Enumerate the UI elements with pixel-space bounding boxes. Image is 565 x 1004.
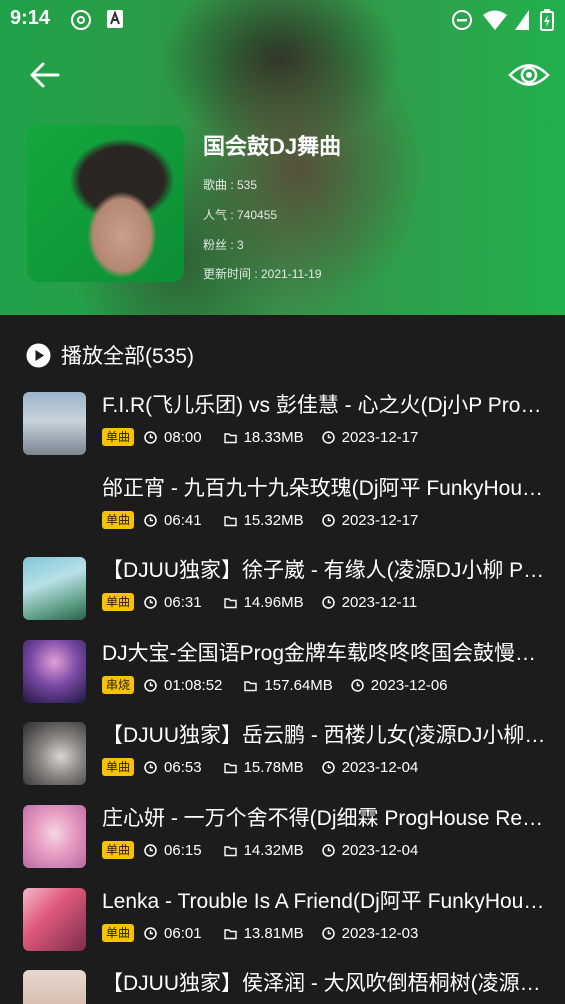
folder-icon [223,432,237,443]
folder-icon [244,680,258,691]
song-title: 庄心妍 - 一万个舍不得(Dj细霖 ProgHouse Remix) [102,807,550,830]
history-icon [321,760,335,774]
song-tag: 单曲 [102,758,135,776]
song-meta: 单曲 06:31 14.96MB 2023-12-11 [102,592,417,612]
history-icon [321,430,335,444]
history-icon [321,595,335,609]
status-bar: 9:14 [0,0,565,38]
clock-icon [144,926,157,940]
history-icon [321,926,335,940]
song-item[interactable]: 【DJUU独家】徐子崴 - 有缘人(凌源DJ小柳 ProgHouse Remix… [0,557,565,640]
clock-icon [144,843,157,857]
song-item[interactable]: 【DJUU独家】岳云鹏 - 西楼儿女(凌源DJ小柳 ProgHouse Remi… [0,722,565,805]
history-icon [351,678,364,692]
playlist-cover-image [27,125,184,282]
song-meta: 单曲 06:01 13.81MB 2023-12-03 [102,923,418,943]
song-meta: 单曲 06:15 14.32MB 2023-12-04 [102,840,418,860]
play-all-button[interactable]: 播放全部(535) [26,340,194,370]
song-size: 15.78MB [243,758,304,776]
popularity: 人气 : 740455 [203,208,278,222]
song-meta: 单曲 06:41 15.32MB 2023-12-17 [102,510,418,530]
song-tag: 单曲 [102,593,135,611]
song-tag: 单曲 [102,428,135,446]
song-tag: 串烧 [102,676,135,694]
folder-icon [223,762,237,773]
song-duration: 06:53 [164,758,202,776]
song-item[interactable]: DJ大宝-全国语Prog金牌车载咚咚咚国会鼓慢摇串烧 串烧 01:08:52 1… [0,640,565,723]
folder-icon [223,597,237,608]
song-tag: 单曲 [102,511,135,529]
song-size: 157.64MB [264,676,333,694]
do-not-disturb-icon [452,10,472,30]
song-date: 2023-12-11 [341,593,418,611]
wifi-icon [483,10,507,30]
song-tag: 单曲 [102,841,135,859]
song-date: 2023-12-04 [341,841,419,859]
song-duration: 08:00 [164,428,202,446]
song-item[interactable]: 邰正宵 - 九百九十九朵玫瑰(Dj阿平 FunkyHouse Remix) 单曲… [0,475,565,558]
playlist-header: 9:14 国会鼓DJ舞曲 歌曲 : 535 人气: 740455 粉丝: 3… [0,0,565,315]
song-thumbnail [23,640,86,703]
song-size: 15.32MB [243,511,304,529]
song-item[interactable]: 庄心妍 - 一万个舍不得(Dj细霖 ProgHouse Remix) 单曲 06… [0,805,565,888]
history-icon [321,843,335,857]
song-thumbnail [23,805,86,868]
song-date: 2023-12-17 [341,428,419,446]
playlist-title: 国会鼓DJ舞曲 [203,134,342,159]
play-all-label: 播放全部(535) [61,345,195,368]
clock-icon [144,760,157,774]
song-item[interactable]: F.I.R(飞儿乐团) vs 彭佳慧 - 心之火(Dj小P ProgHouse … [0,392,565,475]
song-item[interactable]: 【DJUU独家】侯泽润 - 大风吹倒梧桐树(凌源DJ小柳 Remix) [0,970,565,1004]
song-meta: 单曲 06:53 15.78MB 2023-12-04 [102,757,418,777]
song-size: 14.32MB [243,841,304,859]
play-circle-icon [26,343,51,367]
keyboard-a-icon [107,10,123,28]
song-title: 【DJUU独家】徐子崴 - 有缘人(凌源DJ小柳 ProgHouse Remix… [102,559,550,582]
song-thumbnail [23,557,86,620]
song-title: DJ大宝-全国语Prog金牌车载咚咚咚国会鼓慢摇串烧 [102,642,550,665]
song-duration: 06:01 [164,924,202,942]
song-thumbnail [23,888,86,951]
song-count: 歌曲 : 535 [203,178,258,192]
song-item[interactable]: Lenka - Trouble Is A Friend(Dj阿平 FunkyHo… [0,888,565,971]
fan-count: 粉丝 : 3 [203,238,244,252]
song-title: 【DJUU独家】岳云鹏 - 西楼儿女(凌源DJ小柳 ProgHouse Remi… [102,724,550,747]
song-meta: 单曲 08:00 18.33MB 2023-12-17 [102,427,418,447]
clock-icon [144,513,157,527]
folder-icon [223,845,237,856]
folder-icon [223,928,237,939]
song-date: 2023-12-04 [341,758,419,776]
song-thumbnail [23,722,86,785]
history-icon [321,513,335,527]
battery-charging-icon [540,9,554,31]
clock-icon [144,678,157,692]
song-title: 邰正宵 - 九百九十九朵玫瑰(Dj阿平 FunkyHouse Remix) [102,477,550,500]
signal-icon [515,10,529,30]
back-arrow-icon[interactable] [28,58,62,92]
song-size: 14.96MB [243,593,304,611]
song-date: 2023-12-03 [341,924,419,942]
clock-icon [144,430,157,444]
update-time: 更新时间 : 2021-11-19 [203,267,322,281]
song-duration: 06:41 [164,511,202,529]
song-date: 2023-12-06 [370,676,448,694]
song-thumbnail [23,392,86,455]
eye-icon[interactable] [508,60,550,90]
status-time: 9:14 [10,7,51,29]
song-title: 【DJUU独家】侯泽润 - 大风吹倒梧桐树(凌源DJ小柳 Remix) [102,972,550,995]
song-size: 18.33MB [243,428,304,446]
song-duration: 01:08:52 [164,676,223,694]
song-title: F.I.R(飞儿乐团) vs 彭佳慧 - 心之火(Dj小P ProgHouse … [102,394,550,417]
song-date: 2023-12-17 [341,511,419,529]
clock-icon [144,595,157,609]
song-size: 13.81MB [243,924,304,942]
song-duration: 06:15 [164,841,202,859]
song-thumbnail [23,970,86,1004]
song-title: Lenka - Trouble Is A Friend(Dj阿平 FunkyHo… [102,890,550,913]
disc-icon [71,10,91,30]
song-duration: 06:31 [164,593,202,611]
song-meta: 串烧 01:08:52 157.64MB 2023-12-06 [102,675,448,695]
folder-icon [223,515,237,526]
song-tag: 单曲 [102,924,135,942]
